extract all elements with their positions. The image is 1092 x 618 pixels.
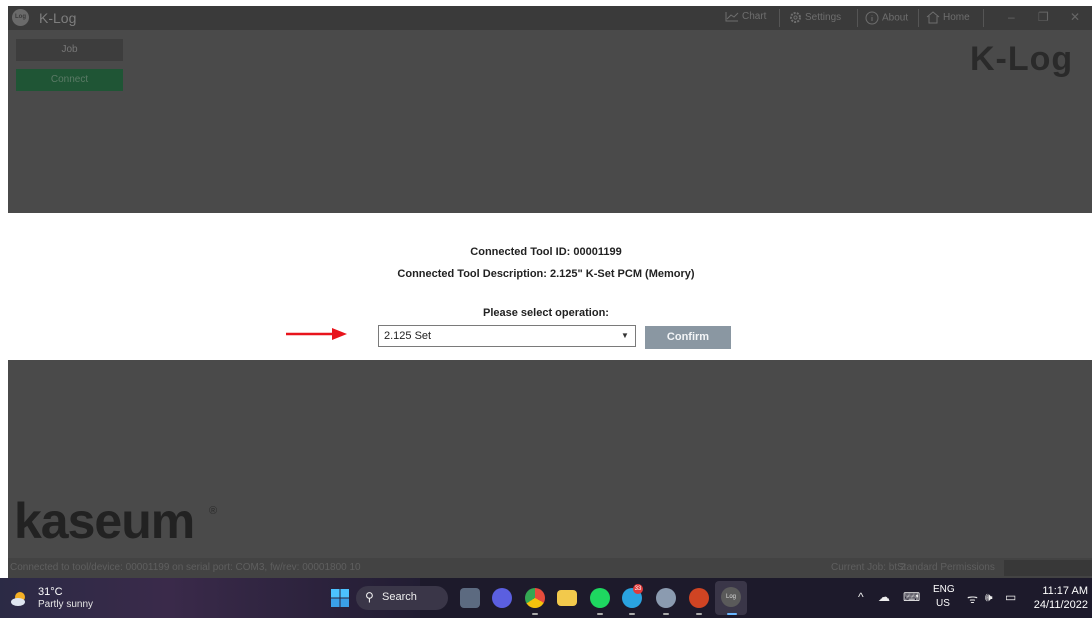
info-icon: [865, 11, 879, 25]
nav-divider: [857, 9, 858, 27]
windows-start-icon[interactable]: [331, 589, 349, 607]
brand-logo-large: K-Log: [970, 40, 1074, 78]
telegram-badge: 33: [633, 584, 643, 594]
k-log-taskbar-icon[interactable]: Log: [721, 587, 741, 607]
nav-home-label: Home: [943, 12, 970, 24]
wifi-icon[interactable]: ᯤ: [967, 590, 978, 607]
connected-tool-description: Connected Tool Description: 2.125" K-Set…: [397, 268, 695, 280]
status-field: [1004, 560, 1092, 576]
nav-home[interactable]: Home: [926, 11, 970, 24]
clock-date[interactable]: 24/11/2022: [1030, 599, 1088, 611]
battery-icon[interactable]: ▭: [1005, 590, 1016, 604]
operation-prompt: Please select operation:: [483, 307, 609, 319]
language-indicator[interactable]: ENG: [933, 584, 955, 595]
nav-about-label: About: [882, 12, 909, 24]
app-logo-icon: Log: [12, 9, 29, 26]
operation-select-value: 2.125 Set: [384, 330, 432, 342]
weather-partly-sunny-icon[interactable]: [10, 590, 28, 608]
running-indicator: [663, 613, 669, 615]
title-bar: Log K-Log Chart Settings About Home – ❐ …: [8, 6, 1092, 30]
operation-select[interactable]: 2.125 Set ▼: [378, 325, 636, 347]
nav-divider: [983, 9, 984, 27]
running-indicator: [696, 613, 702, 615]
running-indicator: [532, 613, 538, 615]
red-arrow-icon: [286, 328, 347, 340]
registered-mark: ®: [209, 505, 218, 517]
connect-button[interactable]: Connect: [16, 69, 123, 91]
operation-dialog: Connected Tool ID: 00001199 Connected To…: [0, 213, 1092, 360]
nav-settings[interactable]: Settings: [789, 11, 841, 24]
onedrive-cloud-icon[interactable]: ☁: [878, 590, 890, 604]
chart-icon: [725, 12, 739, 22]
status-bar: Connected to tool/device: 00001199 on se…: [8, 558, 1092, 578]
weather-description[interactable]: Partly sunny: [38, 599, 93, 610]
connected-tool-id: Connected Tool ID: 00001199: [470, 246, 622, 258]
running-indicator: [629, 613, 635, 615]
keyboard-icon[interactable]: ⌨: [903, 590, 920, 604]
search-icon: ⚲: [365, 590, 374, 604]
spotify-icon[interactable]: [590, 588, 610, 608]
nav-chart-label: Chart: [742, 11, 767, 23]
file-explorer-icon[interactable]: [557, 590, 577, 606]
nav-divider: [779, 9, 780, 27]
close-icon[interactable]: ✕: [1070, 10, 1080, 24]
chrome-icon[interactable]: [525, 588, 545, 608]
nav-about[interactable]: About: [865, 11, 908, 25]
teams-chat-icon[interactable]: [492, 588, 512, 608]
clock-time[interactable]: 11:17 AM: [1040, 585, 1088, 597]
nav-settings-label: Settings: [805, 12, 842, 24]
windows-taskbar: 31°C Partly sunny ⚲ Search 33 Log ^ ☁ ⌨ …: [0, 578, 1092, 618]
powerpoint-icon[interactable]: [689, 588, 709, 608]
active-indicator: [727, 613, 737, 615]
weather-temperature[interactable]: 31°C: [38, 586, 63, 598]
home-icon: [926, 11, 940, 24]
current-job-status: Current Job: bt 2: [831, 562, 906, 573]
minimize-icon[interactable]: –: [1008, 10, 1015, 24]
nav-divider: [918, 9, 919, 27]
job-button[interactable]: Job: [16, 39, 123, 61]
show-hidden-icons-chevron-icon[interactable]: ^: [858, 590, 864, 604]
taskbar-search[interactable]: ⚲ Search: [356, 586, 448, 610]
permissions-status: Standard Permissions: [897, 562, 995, 573]
app-title: K-Log: [39, 10, 77, 26]
confirm-button[interactable]: Confirm: [645, 326, 731, 349]
running-indicator: [597, 613, 603, 615]
settings-gear-icon[interactable]: [656, 588, 676, 608]
search-label: Search: [382, 591, 417, 603]
region-indicator[interactable]: US: [936, 598, 950, 609]
volume-icon[interactable]: 🕪: [985, 590, 993, 605]
kaseum-logo: kaseum: [14, 493, 195, 549]
restore-icon[interactable]: ❐: [1038, 10, 1049, 24]
gear-icon: [790, 12, 801, 23]
task-view-icon[interactable]: [460, 588, 480, 608]
chevron-down-icon: ▼: [621, 331, 629, 340]
connection-status: Connected to tool/device: 00001199 on se…: [10, 562, 361, 573]
nav-chart[interactable]: Chart: [725, 11, 766, 22]
